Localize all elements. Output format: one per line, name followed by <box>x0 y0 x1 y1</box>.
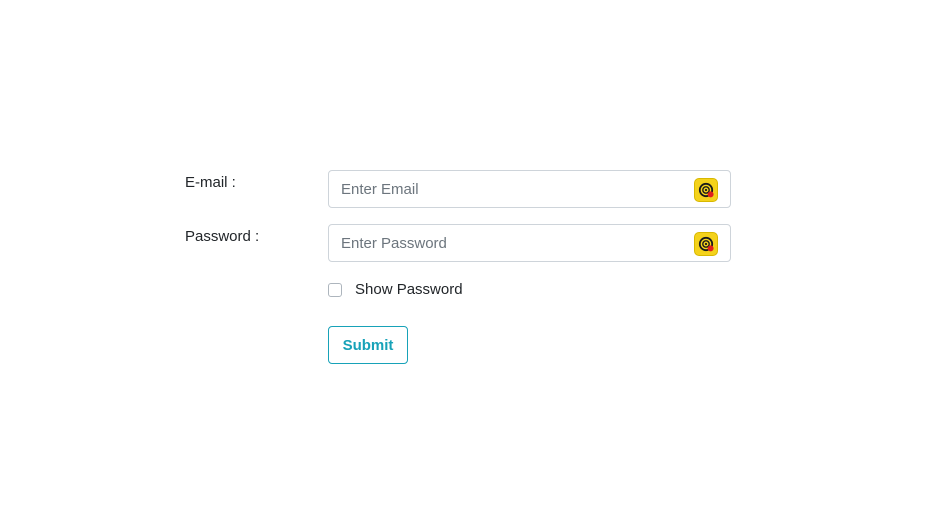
password-manager-extension-icon[interactable] <box>694 178 718 202</box>
email-label: E-mail : <box>185 174 236 191</box>
email-field-box[interactable] <box>328 170 731 208</box>
show-password-row[interactable]: Show Password <box>328 280 463 300</box>
submit-button[interactable]: Submit <box>328 326 408 364</box>
email-field[interactable] <box>341 171 681 207</box>
password-field-box[interactable] <box>328 224 731 262</box>
password-label: Password : <box>185 228 260 245</box>
show-password-checkbox[interactable] <box>328 283 342 297</box>
password-manager-extension-icon[interactable] <box>694 232 718 256</box>
password-field[interactable] <box>341 225 681 261</box>
login-form: E-mail : Password : Show Password Su <box>0 0 930 507</box>
show-password-label[interactable]: Show Password <box>355 280 463 300</box>
